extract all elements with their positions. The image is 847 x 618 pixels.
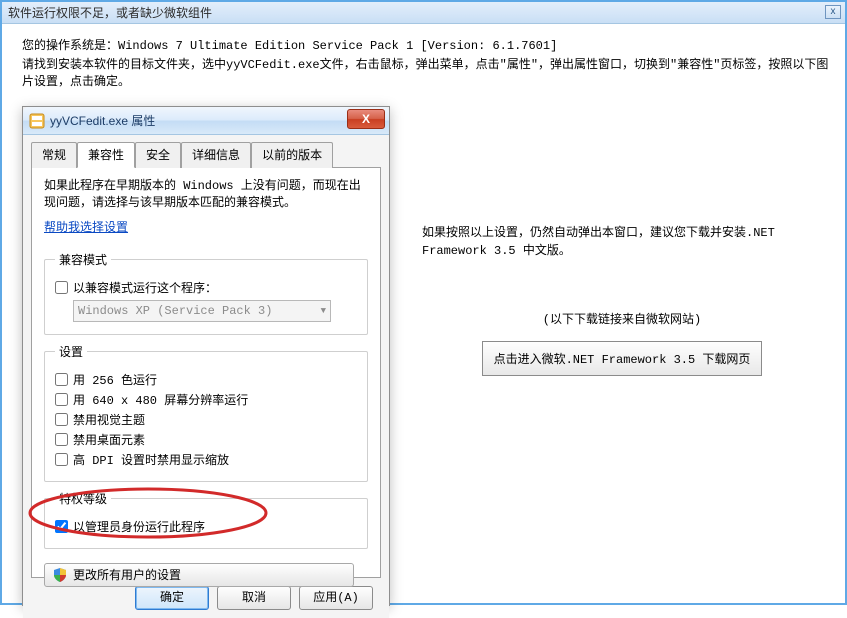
properties-title: yyVCFedit.exe 属性 <box>50 112 155 129</box>
help-link[interactable]: 帮助我选择设置 <box>44 218 128 235</box>
os-prefix: 您的操作系统是： <box>22 39 118 53</box>
apply-button[interactable]: 应用(A) <box>299 586 373 610</box>
chk-dpi-scaling-label: 高 DPI 设置时禁用显示缩放 <box>73 451 229 468</box>
download-button[interactable]: 点击进入微软.NET Framework 3.5 下载网页 <box>482 341 762 376</box>
group-compat-mode: 兼容模式 以兼容模式运行这个程序： Windows XP (Service Pa… <box>44 251 368 335</box>
outer-body: 您的操作系统是：Windows 7 Ultimate Edition Servi… <box>2 24 845 107</box>
instruction-text: 请找到安装本软件的目标文件夹，选中yyVCFedit.exe文件，右击鼠标，弹出… <box>22 57 833 91</box>
shield-icon <box>53 568 67 582</box>
compat-mode-combo[interactable]: Windows XP (Service Pack 3) ▼ <box>73 300 331 322</box>
run-as-admin-checkbox[interactable] <box>55 520 68 533</box>
properties-dialog: yyVCFedit.exe 属性 X 常规 兼容性 安全 详细信息 以前的版本 … <box>22 106 390 606</box>
compat-mode-combo-value: Windows XP (Service Pack 3) <box>78 304 272 318</box>
run-as-admin-label: 以管理员身份运行此程序 <box>73 518 205 535</box>
close-icon[interactable]: x <box>825 5 841 19</box>
chk-640x480[interactable] <box>55 393 68 406</box>
chk-256color-label: 用 256 色运行 <box>73 371 157 388</box>
right-panel: 如果按照以上设置，仍然自动弹出本窗口，建议您下载并安装.NET Framewor… <box>422 224 822 376</box>
chk-256color[interactable] <box>55 373 68 386</box>
tab-details[interactable]: 详细信息 <box>181 142 251 168</box>
tab-security[interactable]: 安全 <box>135 142 181 168</box>
app-icon <box>29 113 45 129</box>
tab-compatibility[interactable]: 兼容性 <box>77 142 135 168</box>
compat-description: 如果此程序在早期版本的 Windows 上没有问题，而现在出现问题，请选择与该早… <box>44 178 368 212</box>
tab-general[interactable]: 常规 <box>31 142 77 168</box>
cancel-button[interactable]: 取消 <box>217 586 291 610</box>
properties-titlebar[interactable]: yyVCFedit.exe 属性 X <box>23 107 389 135</box>
chk-desktop-comp[interactable] <box>55 433 68 446</box>
chk-visual-themes[interactable] <box>55 413 68 426</box>
outer-titlebar: 软件运行权限不足，或者缺少微软组件 x <box>2 2 845 24</box>
os-value: Windows 7 Ultimate Edition Service Pack … <box>118 39 557 53</box>
tab-previous-versions[interactable]: 以前的版本 <box>251 142 333 168</box>
chk-640x480-label: 用 640 x 480 屏幕分辨率运行 <box>73 391 248 408</box>
properties-body: 常规 兼容性 安全 详细信息 以前的版本 如果此程序在早期版本的 Windows… <box>23 135 389 618</box>
outer-window-title: 软件运行权限不足，或者缺少微软组件 <box>8 4 212 21</box>
outer-window: 软件运行权限不足，或者缺少微软组件 x 您的操作系统是：Windows 7 Ul… <box>0 0 847 605</box>
tab-bar: 常规 兼容性 安全 详细信息 以前的版本 <box>31 141 381 168</box>
group-privilege-legend: 特权等级 <box>55 490 111 507</box>
compat-mode-label: 以兼容模式运行这个程序： <box>73 279 217 296</box>
chk-dpi-scaling[interactable] <box>55 453 68 466</box>
group-settings-legend: 设置 <box>55 343 87 360</box>
group-compat-mode-legend: 兼容模式 <box>55 251 111 268</box>
tab-content: 如果此程序在早期版本的 Windows 上没有问题，而现在出现问题，请选择与该早… <box>31 168 381 578</box>
compat-mode-checkbox[interactable] <box>55 281 68 294</box>
chk-desktop-comp-label: 禁用桌面元素 <box>73 431 145 448</box>
os-info-line: 您的操作系统是：Windows 7 Ultimate Edition Servi… <box>22 36 833 53</box>
ok-button[interactable]: 确定 <box>135 586 209 610</box>
right-subnote: (以下下载链接来自微软网站) <box>422 310 822 327</box>
group-privilege: 特权等级 以管理员身份运行此程序 <box>44 490 368 549</box>
chevron-down-icon: ▼ <box>321 306 326 316</box>
close-icon[interactable]: X <box>347 109 385 129</box>
right-instruction: 如果按照以上设置，仍然自动弹出本窗口，建议您下载并安装.NET Framewor… <box>422 224 822 260</box>
change-all-users-label: 更改所有用户的设置 <box>73 566 181 583</box>
group-settings: 设置 用 256 色运行 用 640 x 480 屏幕分辨率运行 禁用视觉主题 … <box>44 343 368 482</box>
change-all-users-button[interactable]: 更改所有用户的设置 <box>44 563 354 587</box>
chk-visual-themes-label: 禁用视觉主题 <box>73 411 145 428</box>
